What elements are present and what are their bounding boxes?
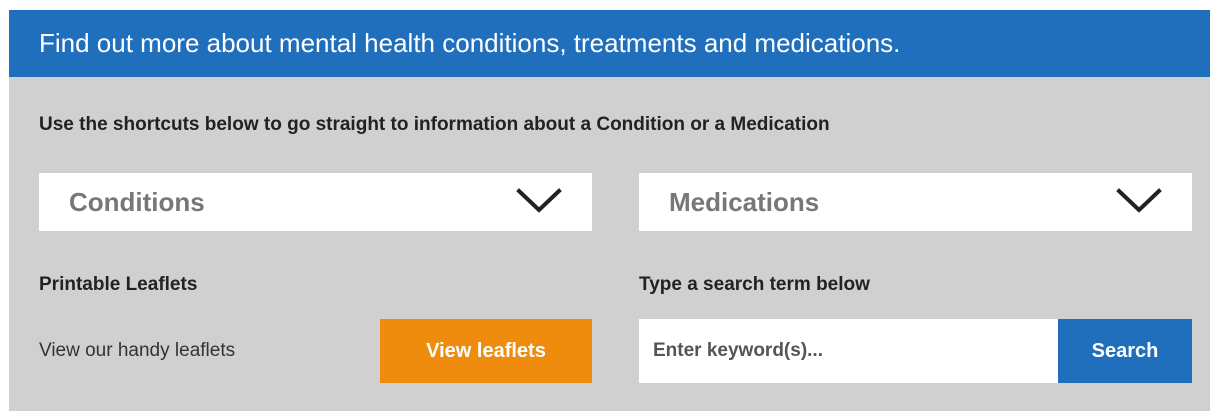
chevron-down-icon (1116, 188, 1162, 213)
conditions-dropdown[interactable]: Conditions (39, 173, 592, 231)
conditions-dropdown-label: Conditions (69, 187, 205, 217)
search-input[interactable] (639, 319, 1058, 383)
view-leaflets-button[interactable]: View leaflets (380, 319, 592, 383)
search-heading: Type a search term below (639, 274, 870, 295)
search-button[interactable]: Search (1058, 319, 1192, 383)
printable-leaflets-heading: Printable Leaflets (39, 274, 198, 295)
page-title-banner: Find out more about mental health condit… (9, 10, 1210, 77)
leaflets-description: View our handy leaflets (39, 340, 236, 361)
chevron-down-icon (516, 188, 562, 213)
shortcuts-intro: Use the shortcuts below to go straight t… (39, 114, 830, 135)
page-title: Find out more about mental health condit… (39, 28, 901, 58)
info-panel: Find out more about mental health condit… (9, 10, 1210, 411)
medications-dropdown[interactable]: Medications (639, 173, 1192, 231)
medications-dropdown-label: Medications (669, 187, 820, 217)
